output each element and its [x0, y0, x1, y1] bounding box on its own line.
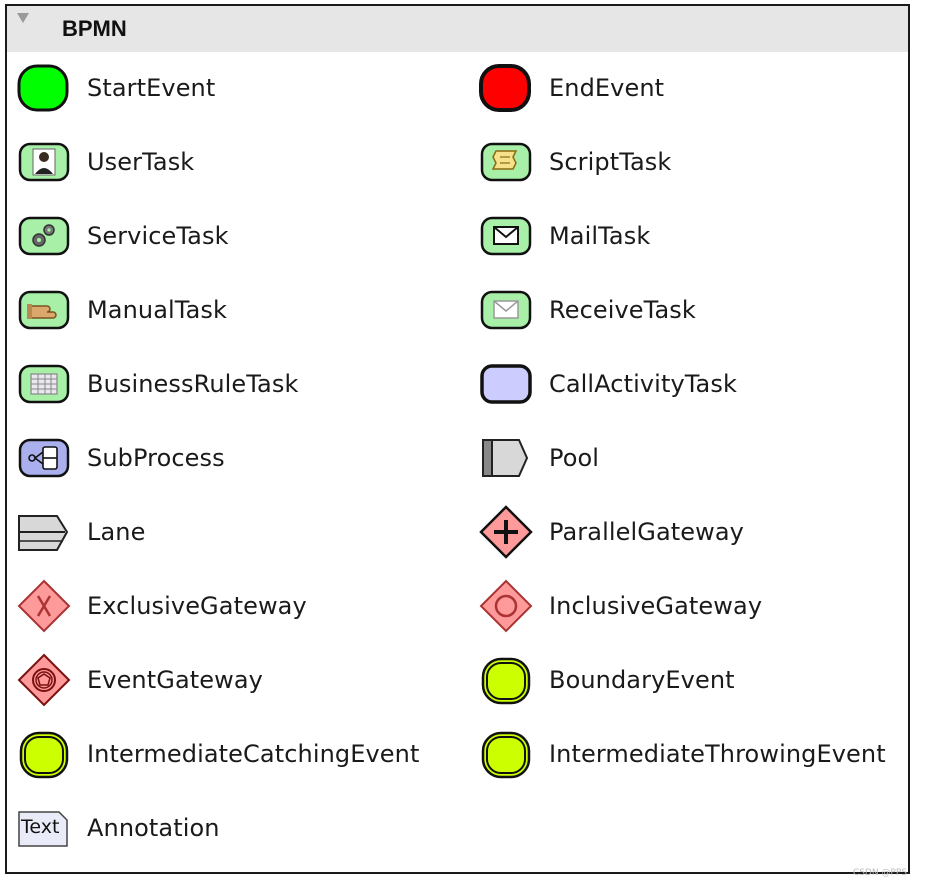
pool-icon: [477, 430, 535, 486]
intermediate-throwing-event-icon: [477, 726, 535, 782]
palette-item-mail-task[interactable]: MailTask: [477, 208, 650, 264]
palette-item-label: ParallelGateway: [549, 518, 744, 546]
exclusive-gateway-icon: [15, 578, 73, 634]
palette-item-sub-process[interactable]: SubProcess: [15, 430, 225, 486]
script-task-icon: [477, 134, 535, 190]
palette-item-label: Pool: [549, 444, 600, 472]
lane-icon: [15, 504, 73, 560]
bpmn-section-header[interactable]: BPMN: [7, 6, 908, 52]
service-task-icon: [15, 208, 73, 264]
palette-item-label: MailTask: [549, 222, 651, 250]
palette-item-inclusive-gateway[interactable]: InclusiveGateway: [477, 578, 762, 634]
palette-item-label: ManualTask: [87, 296, 228, 324]
receive-task-icon: [477, 282, 535, 338]
palette-item-label: IntermediateThrowingEvent: [549, 740, 886, 768]
palette-item-label: InclusiveGateway: [549, 592, 763, 620]
palette-item-label: ServiceTask: [87, 222, 229, 250]
annotation-icon: Text: [15, 800, 73, 856]
svg-text:Text: Text: [20, 816, 59, 838]
mail-task-icon: [477, 208, 535, 264]
palette-item-label: CallActivityTask: [549, 370, 737, 398]
manual-task-icon: [15, 282, 73, 338]
inclusive-gateway-icon: [477, 578, 535, 634]
palette-item-pool[interactable]: Pool: [477, 430, 599, 486]
palette-item-boundary-event[interactable]: BoundaryEvent: [477, 652, 735, 708]
palette-item-call-activity-task[interactable]: CallActivityTask: [477, 356, 737, 412]
palette-item-service-task[interactable]: ServiceTask: [15, 208, 229, 264]
palette-item-label: Lane: [87, 518, 146, 546]
watermark: CSDN @PPS: [852, 868, 907, 878]
palette-item-event-gateway[interactable]: EventGateway: [15, 652, 263, 708]
palette-item-start-event[interactable]: StartEvent: [15, 60, 215, 116]
sub-process-icon: [15, 430, 73, 486]
palette-item-exclusive-gateway[interactable]: ExclusiveGateway: [15, 578, 307, 634]
palette-item-label: StartEvent: [87, 74, 216, 102]
palette-item-user-task[interactable]: UserTask: [15, 134, 194, 190]
palette-item-intermediate-throwing-event[interactable]: IntermediateThrowingEvent: [477, 726, 886, 782]
end-event-icon: [477, 60, 535, 116]
palette-item-parallel-gateway[interactable]: ParallelGateway: [477, 504, 744, 560]
palette-item-receive-task[interactable]: ReceiveTask: [477, 282, 696, 338]
call-activity-task-icon: [477, 356, 535, 412]
user-task-icon: [15, 134, 73, 190]
palette-item-end-event[interactable]: EndEvent: [477, 60, 664, 116]
palette-item-label: BoundaryEvent: [549, 666, 735, 694]
start-event-icon: [15, 60, 73, 116]
bpmn-palette-panel: BPMN StartEvent EndEvent UserTask Script…: [5, 4, 910, 874]
boundary-event-icon: [477, 652, 535, 708]
palette-item-label: BusinessRuleTask: [87, 370, 299, 398]
business-rule-task-icon: [15, 356, 73, 412]
intermediate-catching-event-icon: [15, 726, 73, 782]
palette-item-label: UserTask: [87, 148, 195, 176]
collapse-triangle-icon[interactable]: [17, 13, 29, 23]
palette-item-label: SubProcess: [87, 444, 225, 472]
palette-item-label: ScriptTask: [549, 148, 672, 176]
palette-item-annotation[interactable]: Text Annotation: [15, 800, 220, 856]
section-title: BPMN: [62, 16, 127, 41]
palette-item-label: ExclusiveGateway: [87, 592, 307, 620]
palette-item-lane[interactable]: Lane: [15, 504, 145, 560]
palette-item-label: ReceiveTask: [549, 296, 696, 324]
palette-item-label: EventGateway: [87, 666, 263, 694]
event-gateway-icon: [15, 652, 73, 708]
palette-item-label: Annotation: [87, 814, 220, 842]
palette-item-script-task[interactable]: ScriptTask: [477, 134, 671, 190]
parallel-gateway-icon: [477, 504, 535, 560]
palette-item-business-rule-task[interactable]: BusinessRuleTask: [15, 356, 298, 412]
palette-item-intermediate-catching-event[interactable]: IntermediateCatchingEvent: [15, 726, 420, 782]
palette-item-manual-task[interactable]: ManualTask: [15, 282, 227, 338]
palette-item-label: EndEvent: [549, 74, 665, 102]
palette-item-label: IntermediateCatchingEvent: [87, 740, 420, 768]
